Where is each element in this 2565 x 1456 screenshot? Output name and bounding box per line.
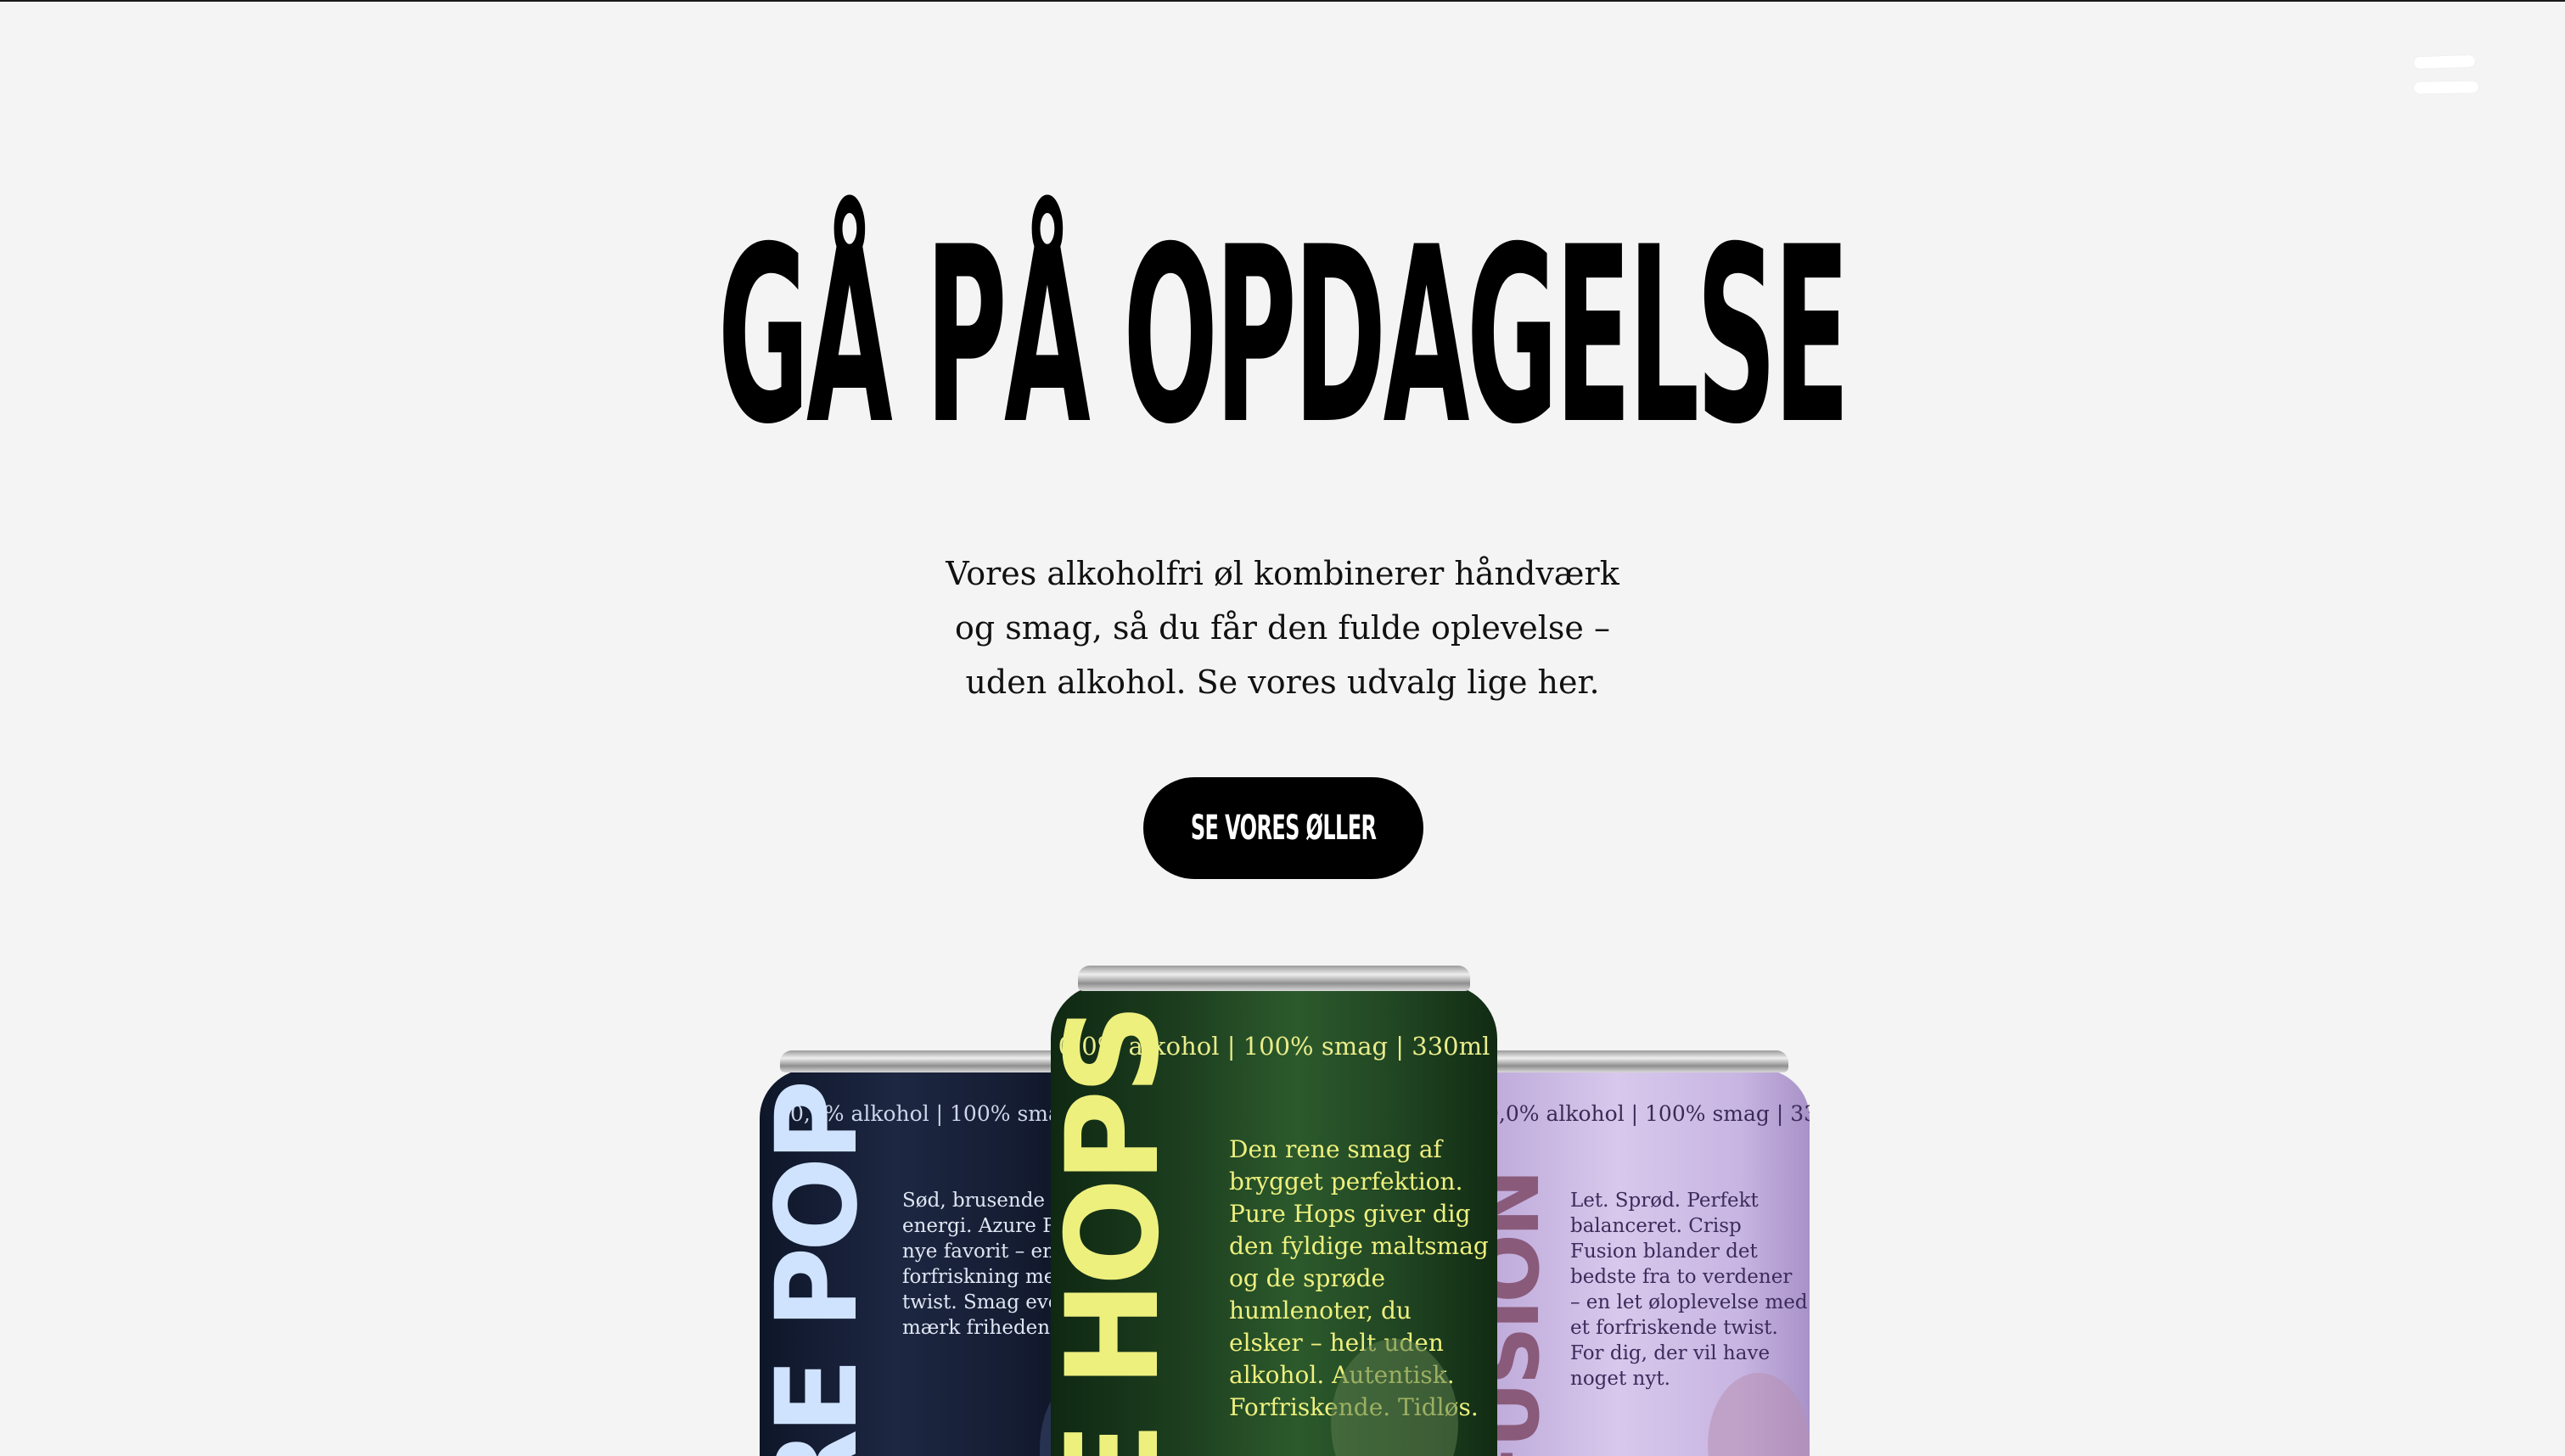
can-pure-hops[interactable]: 0,0% alkohol | 100% smag | 330ml E HOPS … [1051,966,1497,1456]
hamburger-menu-icon[interactable] [2409,49,2480,100]
page: GÅ PÅ OPDAGELSE Vores alkoholfri øl komb… [0,2,2565,1456]
hero-title-text: GÅ PÅ OPDAGELSE [717,196,1850,478]
see-beers-button[interactable]: SE VORES ØLLER [1143,777,1423,879]
can-top-text: 0,0% alkohol | 100% smag | 330ml [1485,1101,1810,1126]
hero-title: GÅ PÅ OPDAGELSE [0,210,2565,464]
can-name: RE POP [760,1084,883,1456]
can-crisp-fusion[interactable]: 0,0% alkohol | 100% smag | 330ml FUSION … [1462,1050,1810,1456]
menu-line [2413,54,2476,70]
menu-line [2413,81,2479,94]
can-lid [780,1050,1079,1072]
can-azure-pop[interactable]: 0,0% alkohol | 100% smag | 330 RE POP Sø… [760,1050,1099,1456]
can-description: Let. Sprød. Perfekt balanceret. Crisp Fu… [1570,1190,1808,1390]
see-beers-button-label: SE VORES ØLLER [1190,809,1377,848]
can-lid [1482,1050,1789,1072]
can-lid [1077,966,1471,991]
hero-description: Vores alkoholfri øl kombinerer håndværk … [946,555,1619,701]
can-name: E HOPS [1051,1008,1187,1456]
